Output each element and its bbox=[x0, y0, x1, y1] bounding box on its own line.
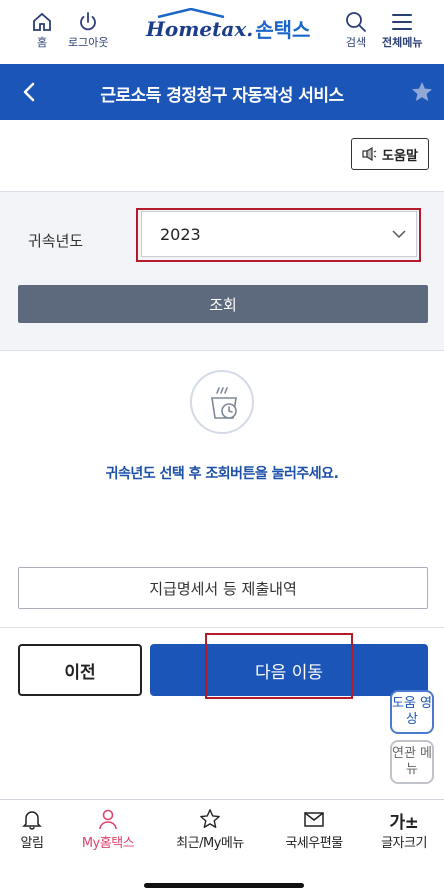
page-title: 근로소득 경정청구 자동작성 서비스 bbox=[100, 86, 344, 106]
nav-label: My홈택스 bbox=[81, 836, 135, 851]
person-icon bbox=[99, 809, 117, 830]
prev-button[interactable]: 이전 bbox=[18, 644, 142, 696]
next-button[interactable]: 다음 이동 bbox=[150, 644, 428, 696]
page-title-bar: 근로소득 경정청구 자동작성 서비스 bbox=[0, 64, 444, 120]
nav-label: 알림 bbox=[20, 836, 44, 851]
cup-icon bbox=[190, 370, 254, 434]
help-label: 도움말 bbox=[382, 148, 418, 164]
year-select-value: 2023 bbox=[160, 225, 201, 244]
nav-tax-mail[interactable]: 국세우편물 bbox=[270, 808, 358, 851]
hamburger-icon bbox=[392, 14, 413, 30]
nav-my-hometax[interactable]: My홈택스 bbox=[64, 808, 152, 851]
nav-label: 최근/My메뉴 bbox=[176, 836, 244, 851]
speaker-icon bbox=[362, 147, 377, 161]
bell-icon bbox=[22, 811, 42, 830]
nav-font-size[interactable]: 가± 글자크기 bbox=[360, 808, 444, 851]
top-header: 홈 로그아웃 Hometax. 손택스 검색 전체메뉴 bbox=[0, 0, 444, 64]
home-label: 홈 bbox=[36, 36, 48, 49]
nav-recent-menu[interactable]: 최근/My메뉴 bbox=[166, 808, 254, 851]
logo-roof-icon bbox=[157, 7, 225, 18]
power-icon bbox=[80, 12, 97, 31]
envelope-icon bbox=[304, 812, 324, 827]
nav-label: 국세우편물 bbox=[285, 836, 343, 851]
related-menu-button[interactable]: 연관 메뉴 bbox=[390, 740, 434, 784]
logo-korean: 손택스 bbox=[255, 18, 311, 42]
all-menu-button[interactable]: 전체메뉴 bbox=[382, 10, 422, 50]
hometax-logo[interactable]: Hometax. 손택스 bbox=[146, 7, 311, 43]
nav-label: 글자크기 bbox=[381, 836, 427, 851]
help-video-button[interactable]: 도움 영상 bbox=[390, 690, 434, 734]
menu-label: 전체메뉴 bbox=[382, 36, 423, 49]
year-select[interactable]: 2023 bbox=[141, 211, 417, 257]
logout-label: 로그아웃 bbox=[68, 36, 109, 49]
chevron-down-icon bbox=[392, 230, 406, 239]
home-button[interactable]: 홈 bbox=[30, 10, 54, 50]
empty-message: 귀속년도 선택 후 조회버튼을 눌러주세요. bbox=[105, 466, 339, 482]
year-label: 귀속년도 bbox=[28, 232, 84, 250]
help-button[interactable]: 도움말 bbox=[351, 138, 429, 170]
search-icon bbox=[346, 12, 366, 32]
submission-history-button[interactable]: 지급명세서 등 제출내역 bbox=[18, 567, 428, 609]
logo-english: Hometax. bbox=[146, 7, 253, 41]
search-button[interactable]: 검색 bbox=[344, 10, 368, 50]
star-icon[interactable] bbox=[410, 80, 434, 104]
font-size-icon: 가± bbox=[389, 813, 419, 833]
home-indicator bbox=[144, 883, 304, 888]
bottom-nav: 알림 My홈택스 최근/My메뉴 국세우편물 가± 글자크기 bbox=[0, 799, 444, 859]
home-icon bbox=[33, 12, 51, 31]
logout-button[interactable]: 로그아웃 bbox=[68, 10, 108, 50]
filter-panel: 귀속년도 2023 조회 bbox=[0, 191, 444, 351]
search-label: 검색 bbox=[345, 36, 367, 49]
star-outline-icon bbox=[200, 809, 220, 828]
search-submit-button[interactable]: 조회 bbox=[18, 285, 428, 323]
divider bbox=[0, 627, 444, 628]
